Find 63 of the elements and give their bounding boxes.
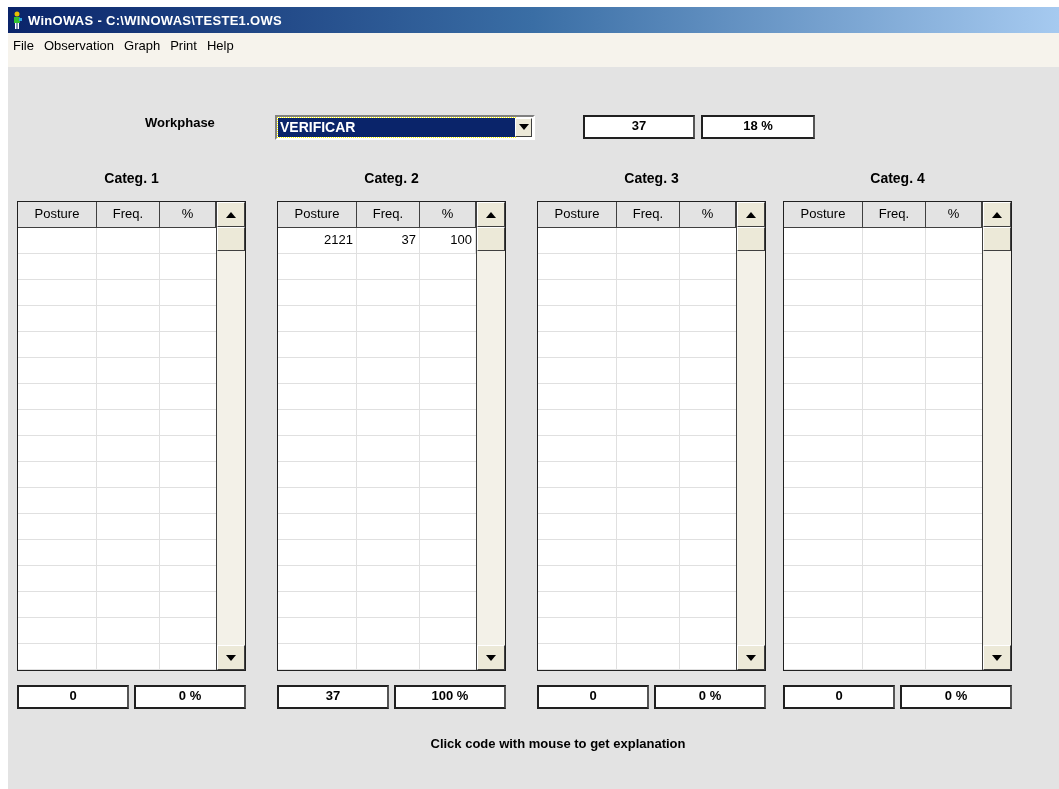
column-header: % [680, 202, 736, 228]
scrollbar[interactable] [982, 202, 1011, 670]
dropdown-arrow-icon [518, 124, 529, 130]
window-title: WinOWAS - C:\WINOWAS\TESTE1.OWS [28, 12, 282, 28]
scrollbar[interactable] [216, 202, 245, 670]
scrollbar[interactable] [476, 202, 505, 670]
scroll-down-button[interactable] [983, 645, 1011, 670]
scroll-thumb[interactable] [217, 227, 245, 251]
total-percent-field: 0 % [654, 685, 766, 709]
category-title: Categ. 2 [364, 170, 419, 188]
column-header: Freq. [617, 202, 680, 228]
scroll-thumb[interactable] [737, 227, 765, 251]
menu-item[interactable]: Graph [119, 37, 166, 54]
hint-text: Click code with mouse to get explanation [430, 736, 686, 751]
category-title: Categ. 1 [104, 170, 159, 188]
column-header: Posture [784, 202, 863, 228]
workphase-dropdown[interactable]: VERIFICAR [275, 114, 535, 140]
total-count-field: 0 [783, 685, 895, 709]
total-count-field: 37 [277, 685, 389, 709]
scroll-up-button[interactable] [217, 202, 245, 227]
scroll-down-icon [226, 654, 236, 661]
scrollbar[interactable] [736, 202, 765, 670]
percent-field: 18 % [701, 115, 815, 139]
scroll-up-icon [992, 211, 1002, 218]
column-header: % [160, 202, 216, 228]
scroll-down-icon [486, 654, 496, 661]
scroll-up-icon [486, 211, 496, 218]
column-header: % [926, 202, 982, 228]
category-title: Categ. 4 [870, 170, 925, 188]
menu-item[interactable]: Print [165, 37, 202, 54]
total-count-field: 0 [17, 685, 129, 709]
table-cell: 2121 [278, 228, 357, 254]
column-header: Posture [278, 202, 357, 228]
scroll-down-button[interactable] [737, 645, 765, 670]
column-header: Freq. [863, 202, 926, 228]
scroll-up-button[interactable] [477, 202, 505, 227]
column-header: Freq. [97, 202, 160, 228]
count-field: 37 [583, 115, 695, 139]
scroll-up-icon [226, 211, 236, 218]
scroll-up-icon [746, 211, 756, 218]
scroll-up-button[interactable] [983, 202, 1011, 227]
table-cell: 37 [357, 228, 420, 254]
scroll-thumb[interactable] [477, 227, 505, 251]
category-title: Categ. 3 [624, 170, 679, 188]
column-header: Posture [538, 202, 617, 228]
worker-icon [12, 11, 22, 29]
total-percent-field: 100 % [394, 685, 506, 709]
scroll-down-button[interactable] [217, 645, 245, 670]
menu-item[interactable]: Help [201, 37, 239, 54]
scroll-up-button[interactable] [737, 202, 765, 227]
column-header: % [420, 202, 476, 228]
column-header: Freq. [357, 202, 420, 228]
total-count-field: 0 [537, 685, 649, 709]
scroll-down-icon [992, 654, 1002, 661]
total-percent-field: 0 % [134, 685, 246, 709]
total-percent-field: 0 % [900, 685, 1012, 709]
workphase-label: Workphase [145, 114, 216, 130]
scroll-down-icon [746, 654, 756, 661]
menu-item[interactable]: File [8, 37, 39, 54]
menu-item[interactable]: Observation [38, 37, 120, 54]
scroll-down-button[interactable] [477, 645, 505, 670]
scroll-thumb[interactable] [983, 227, 1011, 251]
column-header: Posture [18, 202, 97, 228]
